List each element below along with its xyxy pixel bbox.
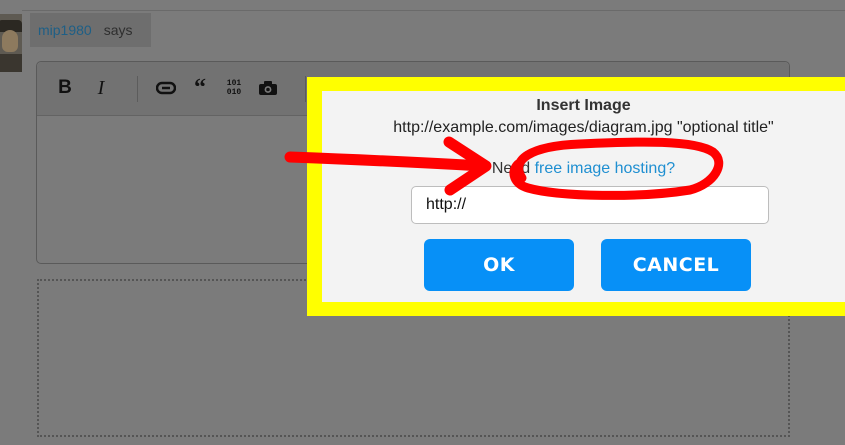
dialog-example-text: http://example.com/images/diagram.jpg "o… — [393, 119, 774, 136]
ok-button[interactable]: OK — [424, 239, 574, 291]
link-icon — [156, 81, 176, 95]
code-icon-top: 101 — [226, 79, 242, 88]
image-button[interactable] — [257, 76, 279, 100]
link-button[interactable] — [155, 76, 177, 100]
toolbar-separator — [305, 76, 306, 102]
quote-button[interactable]: “ — [189, 75, 211, 101]
avatar[interactable] — [0, 14, 22, 72]
toolbar-separator — [137, 76, 138, 102]
cancel-button[interactable]: CANCEL — [601, 239, 751, 291]
camera-icon — [259, 81, 277, 95]
divider — [22, 10, 845, 11]
dialog-title: Insert Image — [536, 97, 631, 114]
dialog-help-text: Need free image hosting? — [322, 160, 845, 178]
image-hosting-link[interactable]: free image hosting? — [535, 160, 676, 177]
italic-button[interactable]: I — [91, 76, 111, 100]
says-label: says — [103, 22, 133, 38]
avatar-coat — [0, 54, 22, 72]
author-tag: mip1980 says — [30, 13, 151, 47]
bold-button[interactable]: B — [55, 76, 75, 100]
code-button[interactable]: 101 010 — [221, 76, 247, 100]
insert-image-dialog: Insert Image http://example.com/images/d… — [322, 91, 845, 302]
help-prefix: Need — [491, 160, 535, 177]
image-url-input[interactable] — [411, 186, 769, 224]
avatar-face — [2, 30, 18, 52]
username-link[interactable]: mip1980 — [38, 22, 92, 38]
code-icon-bottom: 010 — [226, 88, 242, 97]
